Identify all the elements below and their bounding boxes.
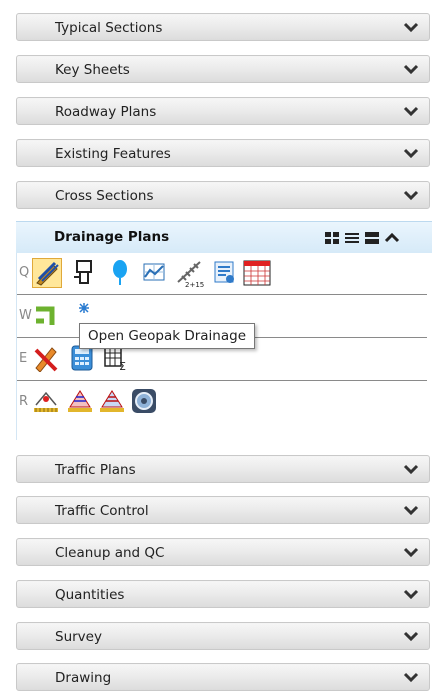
chevron-down-icon: [403, 589, 419, 600]
report-list-icon[interactable]: [210, 258, 240, 288]
section-label: Traffic Plans: [55, 462, 136, 478]
section-label: Traffic Control: [55, 503, 149, 519]
section-cross-sections[interactable]: Cross Sections: [16, 181, 430, 209]
chevron-down-icon: [403, 631, 419, 642]
balloon-marker-icon[interactable]: [106, 258, 136, 288]
section-label: Drainage Plans: [54, 229, 170, 245]
chevron-down-icon: [403, 22, 419, 33]
section-label: Cross Sections: [55, 188, 154, 204]
chevron-down-icon: [403, 672, 419, 683]
chevron-down-icon: [403, 547, 419, 558]
section-typical-sections[interactable]: Typical Sections: [16, 13, 430, 41]
svg-text:2+15: 2+15: [185, 281, 204, 288]
chevron-down-icon: [403, 505, 419, 516]
section-traffic-plans[interactable]: Traffic Plans: [16, 455, 430, 483]
row-key: E: [19, 351, 28, 366]
tooltip: Open Geopak Drainage: [79, 323, 255, 349]
stationing-line-icon[interactable]: 2+15: [174, 258, 204, 289]
section-traffic-control[interactable]: Traffic Control: [16, 496, 430, 524]
collapse-chevron-icon[interactable]: [384, 230, 400, 246]
chevron-down-icon: [403, 148, 419, 159]
pipe-network-icon[interactable]: [32, 301, 62, 331]
section-label: Drawing: [55, 670, 112, 686]
section-existing-features[interactable]: Existing Features: [16, 139, 430, 167]
chevron-down-icon: [403, 190, 419, 201]
tool-row-r: R: [17, 382, 427, 424]
section-label: Roadway Plans: [55, 104, 157, 120]
calendar-grid-icon[interactable]: [242, 258, 272, 288]
section-key-sheets[interactable]: Key Sheets: [16, 55, 430, 83]
profile-chart-icon[interactable]: [140, 258, 170, 288]
svg-text:Σ: Σ: [119, 360, 126, 372]
section-survey[interactable]: Survey: [16, 622, 430, 650]
section-label: Typical Sections: [55, 20, 163, 36]
pencil-ruler-icon[interactable]: [32, 344, 62, 374]
drainage-brush-icon[interactable]: [32, 258, 62, 288]
row-key: R: [19, 394, 29, 409]
chevron-down-icon: [403, 106, 419, 117]
chevron-down-icon: [403, 464, 419, 475]
section-label: Existing Features: [55, 146, 171, 162]
section-label: Key Sheets: [55, 62, 130, 78]
grid-view-icon[interactable]: [324, 230, 340, 246]
inlet-structure-icon[interactable]: [70, 258, 100, 288]
section-label: Cleanup and QC: [55, 545, 165, 561]
chevron-down-icon: [403, 64, 419, 75]
section-label: Survey: [55, 629, 102, 645]
geopak-disc-icon[interactable]: [130, 387, 160, 417]
row-key: W: [19, 308, 32, 323]
section-drainage-plans[interactable]: Drainage Plans: [16, 221, 432, 253]
section-drawing[interactable]: Drawing: [16, 663, 430, 691]
section-label: Quantities: [55, 587, 125, 603]
sheet-layout-2-icon[interactable]: [98, 387, 128, 417]
row-divider: [17, 380, 427, 381]
row-key: Q: [19, 265, 30, 280]
large-view-icon[interactable]: [364, 230, 380, 246]
survey-point-icon[interactable]: [32, 387, 62, 417]
row-divider: [17, 294, 427, 295]
list-view-icon[interactable]: [344, 230, 360, 246]
tool-row-q: Q 2+15: [17, 253, 427, 295]
section-roadway-plans[interactable]: Roadway Plans: [16, 97, 430, 125]
section-cleanup-and-qc[interactable]: Cleanup and QC: [16, 538, 430, 566]
sheet-layout-icon[interactable]: [66, 387, 96, 417]
section-quantities[interactable]: Quantities: [16, 580, 430, 608]
